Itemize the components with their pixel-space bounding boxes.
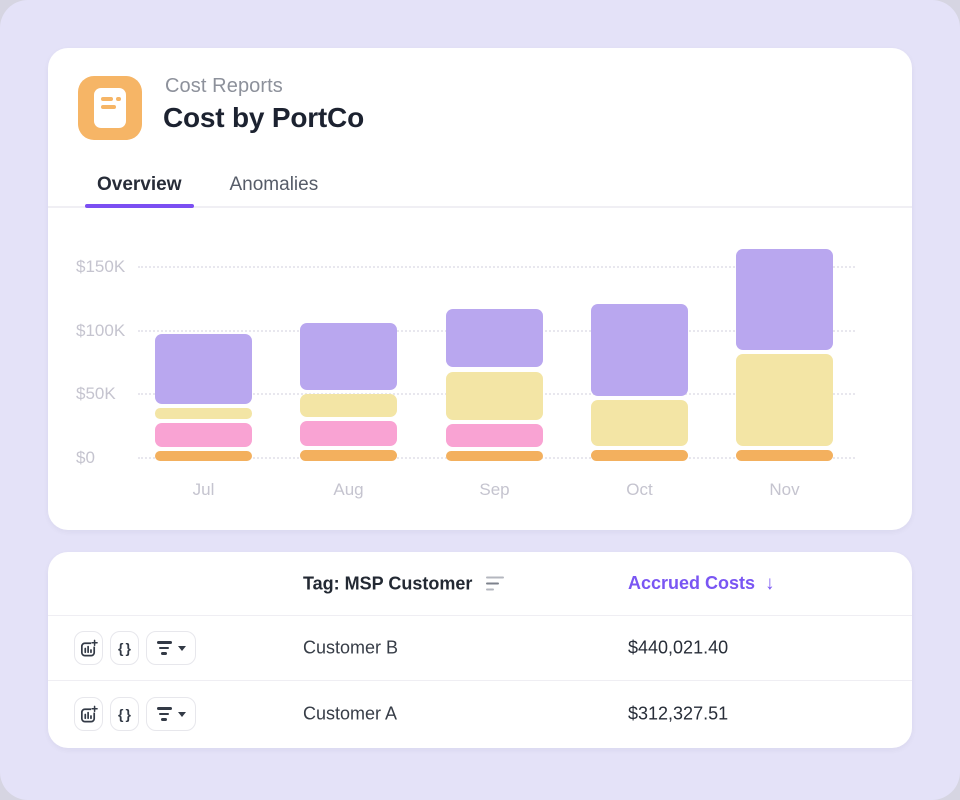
accrued-cost-value: $440,021.40 [628,638,728,659]
x-axis-label-oct: Oct [591,480,688,500]
accrued-costs-column-header[interactable]: Accrued Costs [628,573,755,594]
bar-segment-orange-sep[interactable] [446,451,543,461]
y-axis-label: $150K [76,257,136,277]
chevron-down-icon [178,712,186,717]
app-surface: Cost Reports Cost by PortCo Overview Ano… [0,0,960,800]
bar-segment-purple-sep[interactable] [446,309,543,368]
filter-dropdown-button[interactable] [146,697,196,731]
braces-button[interactable]: {} [110,631,139,665]
sort-descending-arrow-icon[interactable]: ↓ [765,573,775,595]
bar-segment-purple-jul[interactable] [155,334,252,404]
table-header-row: Tag: MSP Customer Accrued Costs ↓ [48,552,912,616]
bar-segment-orange-jul[interactable] [155,451,252,461]
bar-segment-pink-sep[interactable] [446,424,543,447]
bar-segment-pink-aug[interactable] [300,421,397,445]
add-chart-icon [79,639,98,658]
braces-button[interactable]: {} [110,697,139,731]
y-axis-label: $50K [76,384,136,404]
bar-segment-purple-oct[interactable] [591,304,688,396]
bar-segment-orange-nov[interactable] [736,450,833,461]
add-chart-icon [79,705,98,724]
bar-segment-pink-jul[interactable] [155,423,252,447]
y-axis-label: $100K [76,321,136,341]
cost-table-card: Tag: MSP Customer Accrued Costs ↓ [48,552,912,748]
add-chart-button[interactable] [74,631,103,665]
bar-segment-purple-aug[interactable] [300,323,397,390]
bar-segment-orange-aug[interactable] [300,450,397,461]
filter-icon [157,707,172,721]
tag-column-header: Tag: MSP Customer [303,573,472,594]
braces-icon: {} [116,706,133,722]
bar-segment-yellow-sep[interactable] [446,372,543,420]
x-axis-label-aug: Aug [300,480,397,500]
report-card: Cost Reports Cost by PortCo Overview Ano… [48,48,912,530]
bar-segment-purple-nov[interactable] [736,249,833,350]
bar-segment-orange-oct[interactable] [591,450,688,461]
filter-dropdown-button[interactable] [146,631,196,665]
sort-lines-icon[interactable] [486,576,504,591]
accrued-cost-value: $312,327.51 [628,704,728,725]
bar-segment-yellow-jul[interactable] [155,408,252,418]
bar-segment-yellow-nov[interactable] [736,354,833,446]
stacked-bar-chart: $0 $50K $100K $150K Jul Aug Sep Oct Nov [48,48,912,530]
braces-icon: {} [116,640,133,656]
x-axis-label-sep: Sep [446,480,543,500]
bar-segment-yellow-oct[interactable] [591,400,688,446]
y-axis-label: $0 [76,448,136,468]
bar-segment-yellow-aug[interactable] [300,394,397,417]
x-axis-label-nov: Nov [736,480,833,500]
filter-icon [157,641,172,655]
table-row: {} Customer B $440,021.40 [48,616,912,681]
customer-name: Customer A [303,704,397,725]
table-row: {} Customer A $312,327.51 [48,681,912,747]
add-chart-button[interactable] [74,697,103,731]
customer-name: Customer B [303,638,398,659]
chevron-down-icon [178,646,186,651]
x-axis-label-jul: Jul [155,480,252,500]
